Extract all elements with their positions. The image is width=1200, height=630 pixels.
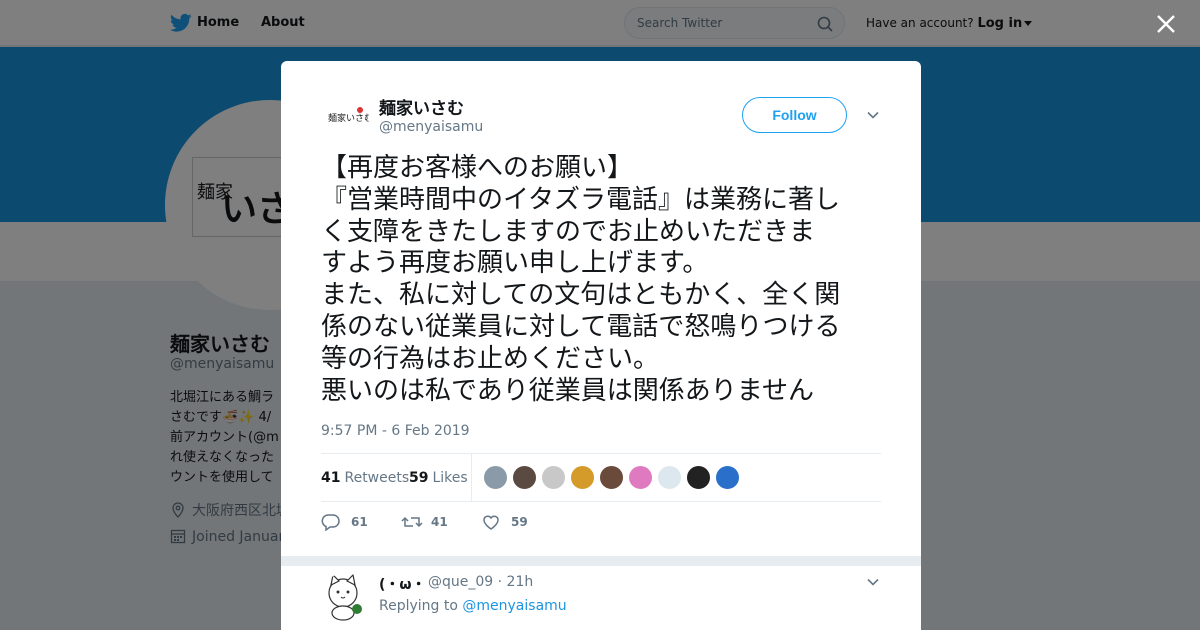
tweet-actions: 61 41 59 [321, 513, 621, 533]
tweet-author-handle[interactable]: @menyaisamu [379, 119, 483, 135]
chevron-down-icon[interactable] [866, 575, 880, 589]
stats-divider [471, 454, 472, 501]
cat-avatar-image [328, 573, 362, 621]
tweet-stats: 41 Retweets 59 Likes [321, 453, 881, 502]
tweet-text-line: 『営業時間中のイタズラ電話』は業務に著し [321, 184, 840, 215]
liker-avatar[interactable] [657, 465, 682, 490]
retweet-icon [401, 516, 423, 528]
tweet-text-line: すよう再度お願い申し上げます。 [321, 248, 709, 279]
tweet-text-line: 等の行為はお止めください。 [321, 343, 660, 374]
replying-to: Replying to @menyaisamu [379, 598, 567, 614]
reply-time[interactable]: · 21h [498, 574, 534, 590]
tweet-author-name[interactable]: 麺家いさむ [379, 94, 464, 119]
section-separator [281, 556, 921, 566]
reply-author-avatar[interactable] [321, 573, 369, 621]
reply-author-handle[interactable]: @que_09 [428, 574, 493, 590]
heart-icon [483, 515, 499, 530]
tweet-text-line: く支障をきたしますのでお止めいただきま [321, 216, 816, 247]
liker-avatar[interactable] [628, 465, 653, 490]
close-icon[interactable] [1155, 13, 1177, 35]
tweet-author-avatar[interactable]: 麺家いさむ [321, 93, 369, 141]
tweet-timestamp[interactable]: 9:57 PM - 6 Feb 2019 [321, 423, 470, 439]
likes-label: Likes [432, 470, 468, 486]
reply-author-meta: @que_09 · 21h [428, 574, 533, 590]
replying-to-label: Replying to [379, 598, 458, 614]
reply-author-name[interactable]: (・ω・ [379, 574, 426, 594]
liker-avatar[interactable] [715, 465, 740, 490]
likes-count: 59 [409, 470, 429, 486]
retweets-count: 41 [321, 470, 341, 486]
replying-to-handle[interactable]: @menyaisamu [462, 598, 566, 614]
avatar-logo-image: 麺家いさむ [325, 107, 369, 127]
retweets-label: Retweets [344, 470, 410, 486]
reply-count: 61 [351, 515, 368, 529]
liker-avatar[interactable] [599, 465, 624, 490]
retweet-count: 41 [431, 515, 448, 529]
liker-avatar[interactable] [512, 465, 537, 490]
tweet-text-line: 【再度お客様へのお願い】 [321, 153, 634, 183]
like-count: 59 [511, 515, 528, 529]
retweets-stat[interactable]: 41 Retweets [321, 470, 409, 486]
tweet-text: 【再度お客様へのお願い】 『営業時間中のイタズラ電話』は業務に著し く支障をきた… [321, 153, 891, 407]
reply-icon [321, 514, 340, 531]
liker-avatar[interactable] [483, 465, 508, 490]
svg-text:麺家いさむ: 麺家いさむ [328, 112, 369, 124]
chevron-down-icon[interactable] [866, 108, 880, 122]
tweet-text-line: また、私に対しての文句はともかく、全く関 [321, 280, 841, 311]
tweet-modal: 麺家いさむ 麺家いさむ @menyaisamu Follow 【再度お客様へのお… [281, 61, 921, 630]
liker-avatar[interactable] [541, 465, 566, 490]
follow-button[interactable]: Follow [742, 97, 847, 133]
liker-avatar[interactable] [686, 465, 711, 490]
tweet-text-line: 悪いのは私であり従業員は関係ありません [321, 375, 814, 406]
tweet-text-line: 係のない従業員に対して電話で怒鳴りつける [321, 311, 841, 342]
likes-stat[interactable]: 59 Likes [409, 470, 468, 486]
liker-avatar[interactable] [570, 465, 595, 490]
